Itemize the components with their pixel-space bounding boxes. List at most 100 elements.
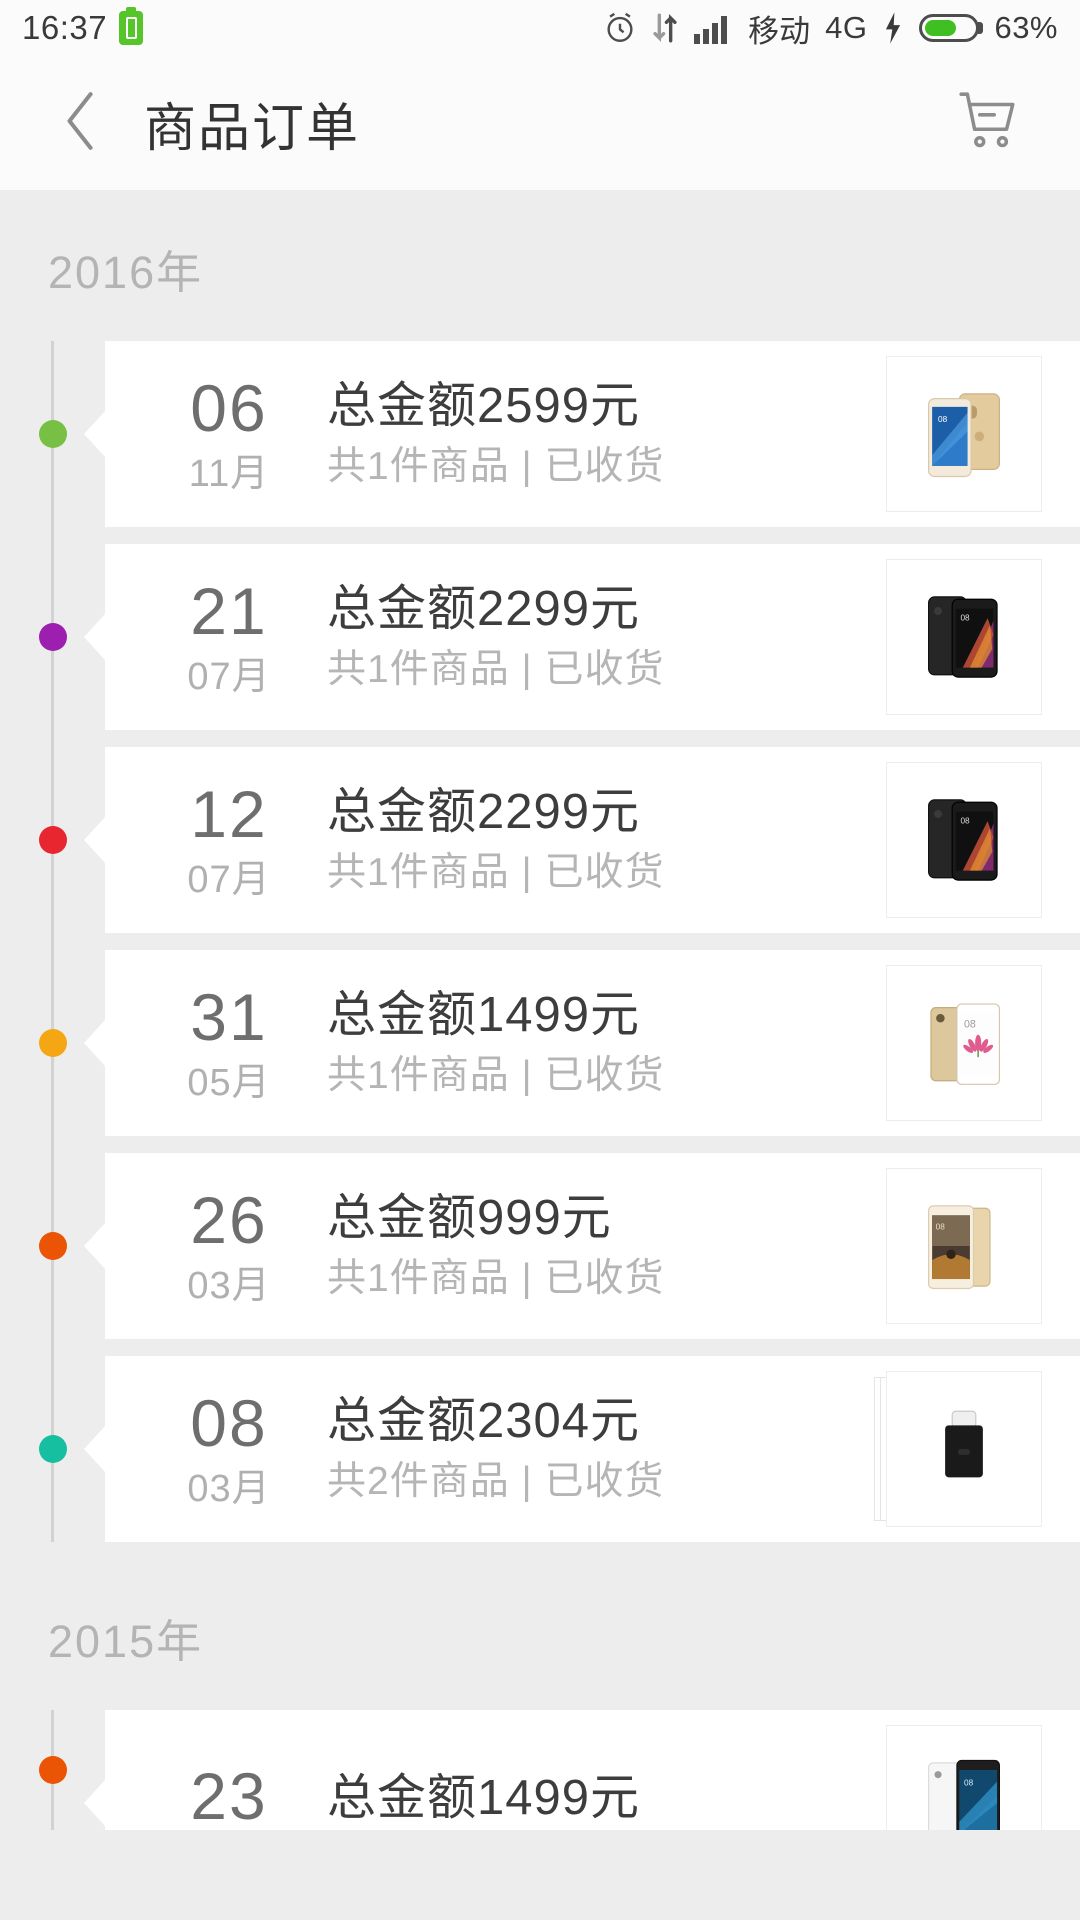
phone-black-mi5-icon: 08: [886, 559, 1042, 715]
order-row[interactable]: 26 03月 总金额999元 共1件商品 | 已收货 08: [0, 1153, 1080, 1339]
order-info: 总金额2299元 共1件商品 | 已收货: [313, 784, 886, 895]
order-date: 23: [145, 1763, 313, 1830]
order-thumbnail-wrap[interactable]: 08: [886, 762, 1042, 918]
orders-scroll-area[interactable]: 2016年 06 11月 总金额2599元 共1件商品 | 已收货 08 21 07月 总金…: [0, 190, 1080, 1920]
timeline-dot: [39, 1756, 67, 1784]
order-day: 23: [190, 1759, 268, 1830]
order-row[interactable]: 31 05月 总金额1499元共1件商品 | 已收货 08: [0, 950, 1080, 1136]
order-thumbnail-wrap[interactable]: 08: [886, 1725, 1042, 1830]
order-date: 12 07月: [145, 781, 313, 899]
page-title: 商品订单: [144, 99, 361, 158]
alarm-clock-icon: [603, 11, 637, 45]
order-info: 总金额2299元共1件商品 | 已收货: [313, 581, 886, 692]
svg-text:08: 08: [936, 1222, 946, 1231]
order-info: 总金额2304元 共2件商品 | 已收货: [313, 1393, 886, 1504]
order-date: 08 03月: [145, 1390, 313, 1508]
green-battery-icon: [119, 11, 144, 45]
order-total-amount: 总金额2599元: [327, 379, 641, 434]
order-day: 21: [190, 574, 268, 648]
svg-text:08: 08: [964, 1778, 974, 1787]
orders-list: 23 总金额1499元 08: [0, 1710, 1080, 1830]
order-card[interactable]: 23 总金额1499元 08: [84, 1710, 1080, 1830]
order-info: 总金额999元共1件商品 | 已收货: [313, 1190, 886, 1301]
back-chevron-icon: [58, 88, 104, 159]
svg-text:08: 08: [960, 613, 970, 622]
battery-percent-label: 63%: [994, 10, 1058, 45]
order-meta: 共1件商品 | 已收货: [327, 1053, 665, 1097]
svg-text:08: 08: [964, 1019, 976, 1031]
order-row[interactable]: 21 07月 总金额2299元 共1件商品 | 已收货 08: [0, 544, 1080, 730]
order-month: 07月: [187, 656, 271, 698]
order-month: 03月: [187, 1468, 271, 1510]
order-day: 06: [190, 371, 268, 445]
year-label: 2015年: [48, 1616, 204, 1667]
order-thumbnail-wrap[interactable]: 08: [886, 1168, 1042, 1324]
order-thumbnail-wrap[interactable]: 08: [886, 965, 1042, 1121]
card-notch: [84, 1779, 106, 1827]
phone-gold-mimax-icon: 08: [886, 965, 1042, 1121]
order-card[interactable]: 31 05月 总金额1499元共1件商品 | 已收货 08: [84, 950, 1080, 1136]
order-row[interactable]: 06 11月 总金额2599元 共1件商品 | 已收货 08: [0, 341, 1080, 527]
network-type-label: 4G: [825, 10, 868, 45]
order-month: 07月: [187, 859, 271, 901]
status-bar: 16:37 移动 4G 63%: [0, 0, 1080, 56]
order-thumbnail-wrap[interactable]: [874, 1371, 1042, 1527]
order-total-amount: 总金额2299元: [327, 582, 641, 637]
phone-gold-mi5s-icon: 08: [886, 356, 1042, 512]
order-month: 03月: [187, 1265, 271, 1307]
order-info: 总金额2599元 共1件商品 | 已收货: [313, 378, 886, 489]
app-bar: 商品订单: [0, 56, 1080, 190]
status-time: 16:37: [22, 9, 108, 46]
order-total-amount: 总金额1499元: [327, 988, 641, 1043]
data-transfer-icon: [652, 11, 678, 45]
order-date: 31 05月: [145, 984, 313, 1102]
orders-list: 06 11月 总金额2599元 共1件商品 | 已收货 08 21 07月 总金额2299…: [0, 341, 1080, 1542]
order-card[interactable]: 26 03月 总金额999元 共1件商品 | 已收货 08: [84, 1153, 1080, 1339]
order-row[interactable]: 08 03月 总金额2304元 共2件商品 | 已收货: [0, 1356, 1080, 1542]
year-label: 2016年: [48, 247, 204, 298]
order-meta: 共1件商品 | 已收货: [327, 647, 665, 691]
phone-gold-note3-icon: 08: [886, 1168, 1042, 1324]
order-total-amount: 总金额1499元: [327, 1770, 641, 1825]
order-meta: 共1件商品 | 已收货: [327, 1256, 665, 1300]
order-date: 26 03月: [145, 1187, 313, 1305]
year-group: 2015年 23 总金额1499元 08: [0, 1559, 1080, 1830]
order-row[interactable]: 12 07月 总金额2299元 共1件商品 | 已收货 08: [0, 747, 1080, 933]
order-month: 11月: [188, 453, 270, 495]
order-row[interactable]: 23 总金额1499元 08: [0, 1710, 1080, 1830]
year-group: 2016年 06 11月 总金额2599元 共1件商品 | 已收货 08 21 07月 总金…: [0, 190, 1080, 1542]
order-total-amount: 总金额2299元: [327, 785, 641, 840]
order-card[interactable]: 06 11月 总金额2599元 共1件商品 | 已收货 08: [84, 341, 1080, 527]
card-notch: [84, 1019, 106, 1067]
timeline-dot: [39, 1232, 67, 1260]
charging-bolt-icon: [882, 11, 904, 45]
svg-text:08: 08: [938, 415, 948, 424]
order-info: 总金额1499元: [313, 1770, 886, 1830]
timeline-dot: [39, 826, 67, 854]
carrier-label: 移动: [748, 13, 811, 49]
shopping-cart-icon: [955, 90, 1021, 157]
cart-button[interactable]: [948, 83, 1028, 163]
order-month: 05月: [187, 1062, 271, 1104]
order-card[interactable]: 21 07月 总金额2299元 共1件商品 | 已收货 08: [84, 544, 1080, 730]
card-notch: [84, 1222, 106, 1270]
order-date: 06 11月: [145, 375, 313, 493]
phone-black-mi5-icon: 08: [886, 762, 1042, 918]
timeline-dot: [39, 420, 67, 448]
order-thumbnail-wrap[interactable]: 08: [886, 559, 1042, 715]
order-thumbnail-wrap[interactable]: 08: [886, 356, 1042, 512]
back-button[interactable]: [44, 86, 118, 160]
order-total-amount: 总金额999元: [327, 1191, 612, 1246]
card-notch: [84, 613, 106, 661]
svg-text:08: 08: [960, 816, 970, 825]
timeline-dot: [39, 623, 67, 651]
order-card[interactable]: 08 03月 总金额2304元 共2件商品 | 已收货: [84, 1356, 1080, 1542]
order-date: 21 07月: [145, 578, 313, 696]
timeline-dot: [39, 1029, 67, 1057]
order-day: 26: [190, 1183, 268, 1257]
order-total-amount: 总金额2304元: [327, 1394, 641, 1449]
order-card[interactable]: 12 07月 总金额2299元 共1件商品 | 已收货 08: [84, 747, 1080, 933]
phone-white-mi4c-icon: 08: [886, 1725, 1042, 1830]
order-day: 08: [190, 1386, 268, 1460]
battery-icon: [919, 14, 980, 42]
